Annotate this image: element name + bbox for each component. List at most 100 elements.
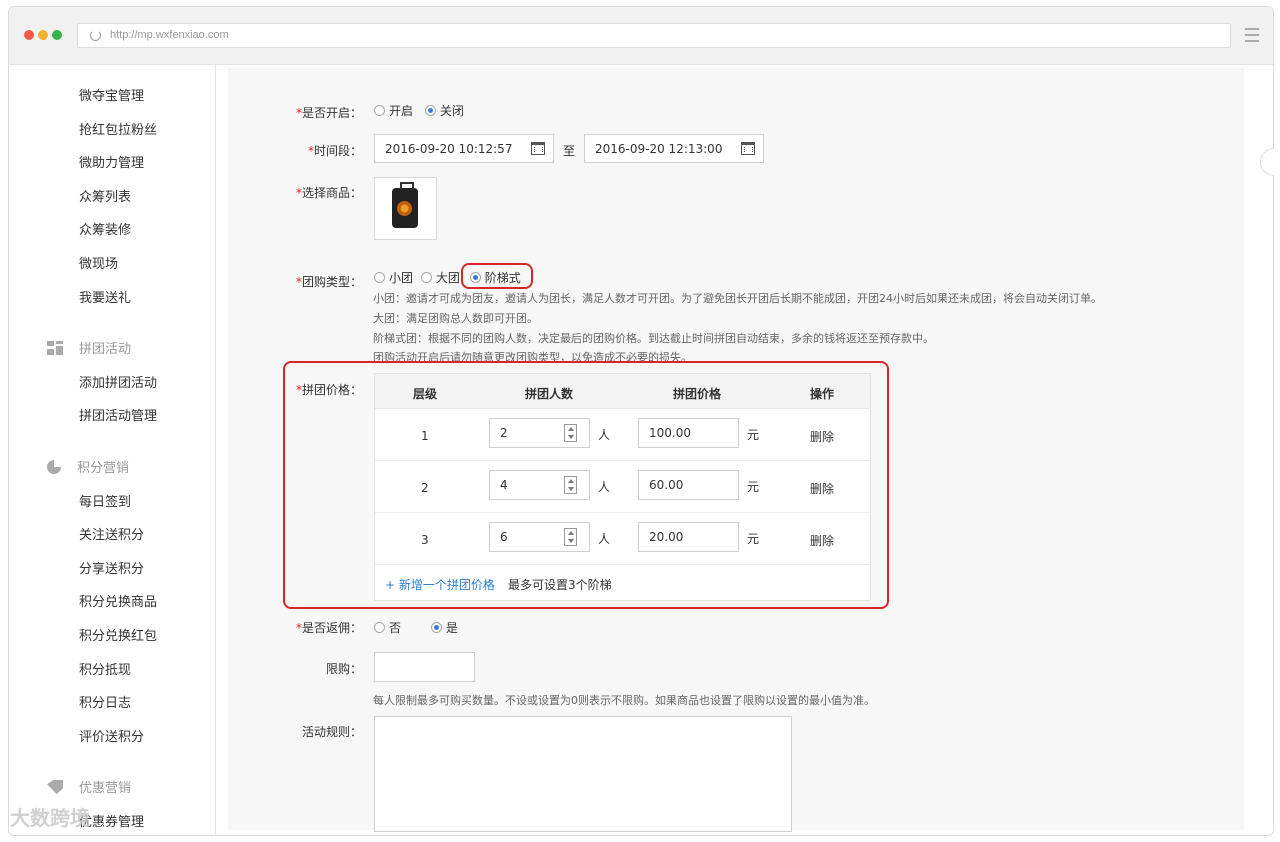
- sidebar-item[interactable]: 微现场: [79, 253, 118, 272]
- rules-textarea[interactable]: [374, 716, 792, 832]
- limit-label: 限购：: [325, 662, 362, 676]
- pie-chart-icon: [47, 460, 61, 474]
- people-stepper[interactable]: 2: [489, 418, 590, 448]
- spinner-icon[interactable]: [564, 424, 577, 442]
- commission-no-radio[interactable]: [374, 622, 385, 633]
- sidebar-group-label: 优惠营销: [79, 781, 132, 796]
- sidebar-item[interactable]: 微夺宝管理: [79, 85, 144, 104]
- end-date-input[interactable]: 2016-09-20 12:13:00: [584, 134, 764, 163]
- tier-price-label: *拼团价格：: [295, 383, 362, 397]
- people-stepper[interactable]: 6: [489, 522, 590, 552]
- large-group-radio[interactable]: [420, 272, 432, 283]
- add-tier-link[interactable]: + 新增一个拼团价格: [385, 576, 495, 593]
- sidebar-item[interactable]: 众筹装修: [79, 219, 131, 238]
- tier-price-table: 层级 拼团人数 拼团价格 操作 1 2 人 100.00 元 删除 2 4 人 …: [374, 373, 871, 601]
- calendar-icon[interactable]: [741, 142, 755, 155]
- commission-label: *是否返佣：: [295, 621, 362, 635]
- people-unit: 人: [598, 428, 611, 442]
- limit-input[interactable]: [374, 652, 475, 682]
- large-group-label: 大团: [435, 271, 460, 285]
- tier-level: 1: [421, 429, 429, 443]
- commission-yes-label: 是: [445, 621, 458, 635]
- tier-level: 2: [421, 481, 429, 495]
- commission-radio-group: 否 是: [374, 619, 466, 636]
- table-row: 2 4 人 60.00 元 删除: [375, 461, 870, 513]
- price-input[interactable]: 20.00: [638, 522, 739, 552]
- table-row: 1 2 人 100.00 元 删除: [375, 409, 870, 461]
- price-unit: 元: [747, 532, 760, 546]
- delete-tier-button[interactable]: 删除: [810, 428, 834, 445]
- sidebar-item[interactable]: 积分兑换红包: [79, 625, 157, 644]
- start-date-input[interactable]: 2016-09-20 10:12:57: [374, 134, 554, 163]
- enable-off-radio[interactable]: [424, 105, 436, 116]
- sidebar-item[interactable]: 积分兑换商品: [79, 591, 157, 610]
- sidebar-item[interactable]: 众筹列表: [79, 186, 131, 205]
- small-group-radio[interactable]: [374, 272, 385, 283]
- enable-label: *是否开启：: [295, 106, 362, 120]
- delete-tier-button[interactable]: 删除: [810, 532, 834, 549]
- people-unit: 人: [598, 532, 611, 546]
- sidebar: 微夺宝管理抢红包拉粉丝 微助力管理众筹列表众筹装修微现场我要送礼拼团活动添加拼团活…: [9, 65, 216, 835]
- calendar-icon[interactable]: [531, 142, 545, 155]
- header-people: 拼团人数: [525, 387, 574, 401]
- enable-off-label: 关闭: [439, 104, 464, 118]
- enable-on-radio[interactable]: [374, 105, 385, 116]
- table-row: 3 6 人 20.00 元 删除: [375, 513, 870, 565]
- small-group-label: 小团: [389, 271, 414, 285]
- group-type-help-2: 大团：满足团购总人数即可开团。: [373, 312, 538, 325]
- commission-yes-radio[interactable]: [430, 622, 442, 633]
- sidebar-group-header[interactable]: 积分营销: [47, 457, 129, 476]
- sidebar-item[interactable]: 抢红包拉粉丝: [79, 119, 157, 138]
- sidebar-item[interactable]: 评价送积分: [79, 726, 144, 745]
- tag-icon: [47, 780, 63, 794]
- sidebar-group-label: 积分营销: [77, 461, 130, 476]
- product-label: *选择商品：: [295, 186, 362, 200]
- close-window-button[interactable]: [24, 30, 34, 40]
- header-action: 操作: [810, 387, 835, 401]
- sidebar-group-header[interactable]: 优惠营销: [47, 777, 131, 796]
- price-input[interactable]: 60.00: [638, 470, 739, 500]
- group-type-label: *团购类型：: [295, 275, 362, 289]
- sidebar-item[interactable]: 添加拼团活动: [79, 372, 157, 391]
- minimize-window-button[interactable]: [38, 30, 48, 40]
- sidebar-item[interactable]: 关注送积分: [79, 524, 144, 543]
- maximize-window-button[interactable]: [52, 30, 62, 40]
- time-separator: 至: [563, 144, 576, 158]
- hamburger-menu-icon[interactable]: [1245, 28, 1259, 42]
- url-text: http://mp.wxfenxiao.com: [110, 29, 229, 41]
- header-price: 拼团价格: [673, 387, 722, 401]
- spinner-icon[interactable]: [564, 476, 577, 494]
- sidebar-item[interactable]: 分享送积分: [79, 558, 144, 577]
- tiered-highlight-box: [461, 263, 533, 289]
- header-level: 层级: [413, 387, 438, 401]
- sidebar-group-header[interactable]: 拼团活动: [47, 338, 131, 357]
- group-type-help-3: 阶梯式团：根据不同的团购人数，决定最后的团购价格。到达截止时间拼团自动结束，多余…: [373, 332, 934, 345]
- sidebar-item[interactable]: 每日签到: [79, 491, 131, 510]
- price-input[interactable]: 100.00: [638, 418, 739, 448]
- rules-label: 活动规则：: [301, 725, 362, 739]
- group-type-help-1: 小团：邀请才可成为团友，邀请人为团长，满足人数才可开团。为了避免团长开团后长期不…: [373, 292, 1102, 305]
- enable-on-label: 开启: [389, 104, 414, 118]
- tier-limit-note: 最多可设置3个阶梯: [508, 578, 612, 592]
- sidebar-item[interactable]: 积分日志: [79, 692, 131, 711]
- spinner-icon[interactable]: [564, 528, 577, 546]
- suitcase-image: [392, 182, 418, 228]
- enable-radio-group: 开启 关闭: [374, 102, 472, 119]
- sidebar-item[interactable]: 我要送礼: [79, 287, 131, 306]
- reload-icon[interactable]: [90, 30, 101, 41]
- delete-tier-button[interactable]: 删除: [810, 480, 834, 497]
- sidebar-item[interactable]: 积分抵现: [79, 659, 131, 678]
- browser-toolbar: http://mp.wxfenxiao.com: [9, 7, 1273, 65]
- product-thumbnail[interactable]: [374, 177, 437, 240]
- people-stepper[interactable]: 4: [489, 470, 590, 500]
- tier-level: 3: [421, 533, 429, 547]
- group-type-help-4: 团购活动开启后请勿随意更改团购类型，以免造成不必要的损失。: [373, 351, 692, 361]
- grid-icon: [47, 341, 63, 355]
- sidebar-item[interactable]: 微助力管理: [79, 152, 144, 171]
- price-unit: 元: [747, 428, 760, 442]
- watermark: 大数跨境: [10, 806, 90, 830]
- limit-help: 每人限制最多可购买数量。不设或设置为0则表示不限购。如果商品也设置了限购以设置的…: [373, 694, 875, 707]
- tier-table-header: 层级 拼团人数 拼团价格 操作: [375, 374, 870, 409]
- sidebar-item[interactable]: 拼团活动管理: [79, 405, 157, 424]
- address-bar[interactable]: http://mp.wxfenxiao.com: [77, 23, 1231, 48]
